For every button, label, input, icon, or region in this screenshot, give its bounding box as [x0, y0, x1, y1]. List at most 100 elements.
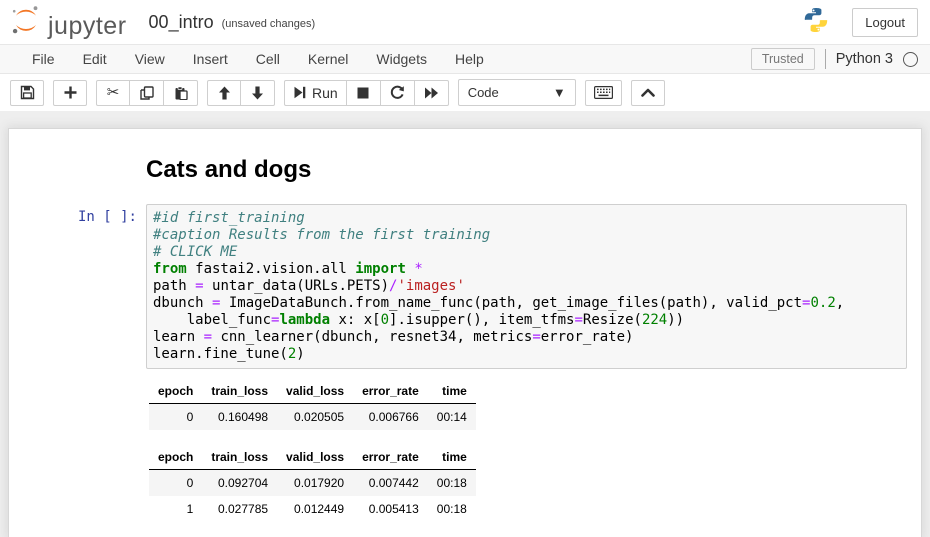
- table-cell: 0: [149, 469, 202, 496]
- table-cell: 00:18: [428, 469, 476, 496]
- table-cell: 0.006766: [353, 403, 428, 430]
- training-results-table-1: epochtrain_lossvalid_losserror_ratetime0…: [149, 379, 476, 430]
- output-area: epochtrain_lossvalid_losserror_ratetime0…: [149, 379, 921, 522]
- table-cell: 0.027785: [202, 496, 277, 522]
- checkpoint-status: (unsaved changes): [222, 14, 316, 30]
- cut-cell-button[interactable]: ✂: [96, 80, 130, 106]
- jupyter-logo[interactable]: jupyter: [10, 4, 127, 41]
- training-results-table-2: epochtrain_lossvalid_losserror_ratetime0…: [149, 445, 476, 522]
- jupyter-logo-word: jupyter: [48, 14, 127, 41]
- python-logo-icon: [802, 6, 830, 39]
- code-line: # CLICK ME: [153, 244, 900, 261]
- table-cell: 0.017920: [277, 469, 353, 496]
- menu-item-insert[interactable]: Insert: [179, 45, 242, 73]
- code-cell-prompt: In [ ]:: [9, 204, 146, 369]
- menu-item-kernel[interactable]: Kernel: [294, 45, 362, 73]
- trusted-badge[interactable]: Trusted: [751, 48, 815, 70]
- menu-item-widgets[interactable]: Widgets: [362, 45, 441, 73]
- code-line: #id first_training: [153, 210, 900, 227]
- markdown-heading: Cats and dogs: [146, 156, 311, 185]
- interrupt-kernel-button[interactable]: [347, 80, 381, 106]
- restart-kernel-button[interactable]: [381, 80, 415, 106]
- column-header-error_rate: error_rate: [353, 379, 428, 404]
- move-cell-up-button[interactable]: [207, 80, 241, 106]
- table-cell: 0: [149, 403, 202, 430]
- table-row: 00.0927040.0179200.00744200:18: [149, 469, 476, 496]
- kernel-idle-indicator-icon: [903, 52, 918, 67]
- caret-down-icon: ▼: [553, 85, 566, 100]
- notebook-container: Cats and dogs In [ ]: #id first_training…: [8, 128, 922, 537]
- menu-item-file[interactable]: File: [18, 45, 69, 73]
- menu-item-cell[interactable]: Cell: [242, 45, 294, 73]
- cell-type-selected: Code: [468, 85, 499, 100]
- command-palette-button[interactable]: [585, 80, 622, 106]
- code-line: label_func=lambda x: x[0].isupper(), ite…: [153, 312, 900, 329]
- column-header-time: time: [428, 445, 476, 470]
- kernel-name: Python 3: [836, 51, 893, 67]
- paste-cell-button[interactable]: [164, 80, 198, 106]
- chevron-up-button[interactable]: [631, 80, 665, 106]
- table-cell: 0.007442: [353, 469, 428, 496]
- notebook-title[interactable]: 00_intro: [149, 12, 214, 33]
- table-cell: 0.020505: [277, 403, 353, 430]
- table-cell: 00:14: [428, 403, 476, 430]
- code-cell[interactable]: In [ ]: #id first_training#caption Resul…: [9, 204, 921, 369]
- table-cell: 00:18: [428, 496, 476, 522]
- menu-item-edit[interactable]: Edit: [69, 45, 121, 73]
- run-cell-button[interactable]: Run: [284, 80, 347, 106]
- column-header-valid_loss: valid_loss: [277, 379, 353, 404]
- stop-icon: [357, 87, 369, 99]
- table-cell: 0.012449: [277, 496, 353, 522]
- keyboard-icon: [594, 86, 613, 99]
- save-button[interactable]: [10, 80, 44, 106]
- toolbar: ✂: [0, 74, 930, 111]
- copy-icon: [140, 86, 154, 100]
- code-line: dbunch = ImageDataBunch.from_name_func(p…: [153, 295, 900, 312]
- run-button-label: Run: [312, 85, 338, 101]
- move-cell-down-button[interactable]: [241, 80, 275, 106]
- insert-cell-below-button[interactable]: [53, 80, 87, 106]
- scissors-icon: ✂: [107, 85, 120, 100]
- menu-item-help[interactable]: Help: [441, 45, 498, 73]
- code-line: learn.fine_tune(2): [153, 346, 900, 363]
- code-line: #caption Results from the first training: [153, 227, 900, 244]
- column-header-valid_loss: valid_loss: [277, 445, 353, 470]
- menu-list: FileEditViewInsertCellKernelWidgetsHelp: [18, 45, 498, 73]
- chevron-up-icon: [641, 88, 655, 97]
- restart-icon: [390, 85, 405, 100]
- table-row: 10.0277850.0124490.00541300:18: [149, 496, 476, 522]
- code-line: learn = cnn_learner(dbunch, resnet34, me…: [153, 329, 900, 346]
- code-content: #id first_training#caption Results from …: [153, 210, 900, 363]
- column-header-epoch: epoch: [149, 379, 202, 404]
- cell-type-select[interactable]: Code ▼: [458, 79, 576, 106]
- markdown-cell-prompt: [9, 156, 146, 185]
- step-forward-icon: [293, 86, 306, 99]
- table-row: 00.1604980.0205050.00676600:14: [149, 403, 476, 430]
- table-cell: 1: [149, 496, 202, 522]
- column-header-error_rate: error_rate: [353, 445, 428, 470]
- column-header-time: time: [428, 379, 476, 404]
- jupyter-logo-icon: [10, 4, 42, 41]
- code-editor[interactable]: #id first_training#caption Results from …: [146, 204, 907, 369]
- notebook-page: Cats and dogs In [ ]: #id first_training…: [0, 111, 930, 537]
- save-icon: [20, 85, 35, 100]
- column-header-epoch: epoch: [149, 445, 202, 470]
- table-cell: 0.005413: [353, 496, 428, 522]
- column-header-train_loss: train_loss: [202, 379, 277, 404]
- table-cell: 0.160498: [202, 403, 277, 430]
- paste-icon: [174, 86, 188, 100]
- logout-button[interactable]: Logout: [852, 8, 918, 37]
- code-line: path = untar_data(URLs.PETS)/'images': [153, 278, 900, 295]
- code-line: from fastai2.vision.all import *: [153, 261, 900, 278]
- arrow-up-icon: [218, 86, 231, 100]
- markdown-cell[interactable]: Cats and dogs: [9, 156, 921, 185]
- restart-run-all-button[interactable]: [415, 80, 449, 106]
- plus-icon: [64, 86, 77, 99]
- fast-forward-icon: [424, 87, 439, 99]
- header: jupyter 00_intro (unsaved changes) Logou…: [0, 0, 930, 44]
- menu-bar: FileEditViewInsertCellKernelWidgetsHelp …: [0, 44, 930, 74]
- column-header-train_loss: train_loss: [202, 445, 277, 470]
- arrow-down-icon: [251, 86, 264, 100]
- copy-cell-button[interactable]: [130, 80, 164, 106]
- menu-item-view[interactable]: View: [121, 45, 179, 73]
